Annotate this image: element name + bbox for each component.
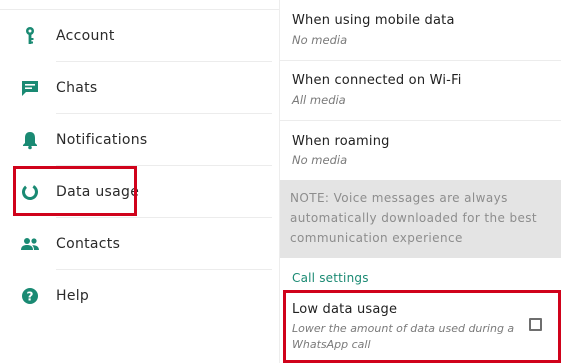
setting-wifi[interactable]: When connected on Wi-Fi All media: [280, 61, 561, 121]
setting-title: When connected on Wi-Fi: [292, 73, 462, 88]
setting-value: All media: [292, 93, 346, 107]
setting-roaming[interactable]: When roaming No media: [280, 121, 561, 180]
help-icon: ?: [20, 286, 40, 306]
menu-item-chats[interactable]: Chats: [0, 62, 280, 114]
section-header-call-settings: Call settings: [292, 271, 369, 285]
menu-item-label: Account: [56, 28, 115, 44]
menu-item-label: Chats: [56, 80, 98, 96]
highlight-box: [283, 290, 561, 363]
setting-value: No media: [292, 153, 348, 167]
menu-item-account[interactable]: Account: [0, 10, 280, 62]
menu-item-label: Contacts: [56, 236, 121, 252]
chat-icon: [20, 78, 40, 98]
note-text: NOTE: Voice messages are always automati…: [290, 191, 538, 245]
settings-menu: Account Chats Notifications Data usage C…: [0, 0, 280, 363]
key-icon: [20, 26, 40, 46]
voice-messages-note: NOTE: Voice messages are always automati…: [280, 180, 561, 258]
setting-mobile-data[interactable]: When using mobile data No media: [280, 0, 561, 61]
menu-item-help[interactable]: ? Help: [0, 270, 280, 322]
setting-value: No media: [292, 33, 348, 47]
contacts-icon: [20, 234, 40, 254]
bell-icon: [20, 130, 40, 150]
highlight-box: [13, 166, 137, 216]
setting-title: When using mobile data: [292, 13, 455, 28]
svg-text:?: ?: [27, 290, 34, 304]
setting-title: When roaming: [292, 134, 390, 149]
menu-item-label: Help: [56, 288, 90, 304]
menu-item-label: Notifications: [56, 132, 148, 148]
menu-item-contacts[interactable]: Contacts: [0, 218, 280, 270]
menu-item-notifications[interactable]: Notifications: [0, 114, 280, 166]
